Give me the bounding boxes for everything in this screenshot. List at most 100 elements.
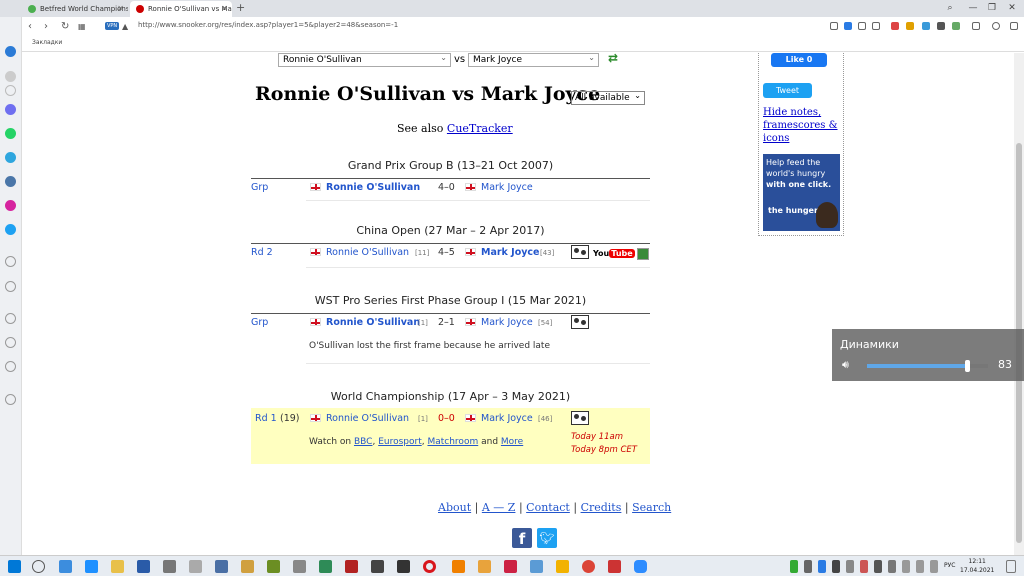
scrollbar[interactable] xyxy=(1014,53,1024,555)
reload-icon[interactable]: ↻ xyxy=(61,19,69,34)
send-icon[interactable] xyxy=(5,281,16,292)
windows-start-icon[interactable] xyxy=(8,560,21,573)
player2-link[interactable]: Mark Joyce xyxy=(481,182,533,193)
shield-icon[interactable] xyxy=(844,22,852,30)
taskbar-app-icon[interactable] xyxy=(345,560,358,573)
download-icon[interactable] xyxy=(637,248,649,260)
player2-link[interactable]: Mark Joyce xyxy=(481,413,533,424)
taskbar-app-icon[interactable] xyxy=(608,560,621,573)
extension-icon[interactable] xyxy=(952,22,960,30)
player2-link[interactable]: Mark Joyce xyxy=(481,317,533,328)
player1-link[interactable]: Ronnie O'Sullivan xyxy=(326,182,420,193)
tray-icon[interactable] xyxy=(818,560,826,573)
tabs-grid-icon[interactable]: ▦ xyxy=(78,19,86,34)
player2-link[interactable]: Mark Joyce xyxy=(481,247,540,258)
back-icon[interactable]: ‹ xyxy=(28,19,32,34)
credits-link[interactable]: Credits xyxy=(581,501,622,514)
taskbar-app-icon[interactable] xyxy=(189,560,202,573)
close-window-button[interactable]: ✕ xyxy=(1002,0,1022,16)
hide-notes-link[interactable]: Hide notes, framescores & icons xyxy=(763,106,841,145)
taskbar-app-icon[interactable] xyxy=(241,560,254,573)
twitter-icon[interactable] xyxy=(5,224,16,235)
search-tabs-icon[interactable]: ⌕ xyxy=(940,0,960,16)
file-explorer-icon[interactable] xyxy=(111,560,124,573)
tray-icon[interactable] xyxy=(874,560,882,573)
taskbar-app-icon[interactable] xyxy=(556,560,569,573)
volume-knob[interactable] xyxy=(965,360,971,372)
more-link[interactable]: More xyxy=(501,437,523,447)
minimize-button[interactable]: — xyxy=(963,0,983,16)
tab-betfred[interactable]: Betfred World Championsh ✕ xyxy=(22,1,128,17)
search-link[interactable]: Search xyxy=(632,501,671,514)
home-icon[interactable] xyxy=(5,46,16,57)
extension-icon[interactable] xyxy=(906,22,914,30)
swap-players-icon[interactable]: ⇄ xyxy=(608,53,618,65)
facebook-icon[interactable]: f xyxy=(512,528,532,548)
taskbar-app-icon[interactable] xyxy=(163,560,176,573)
edge-icon[interactable] xyxy=(85,560,98,573)
taskbar-app-icon[interactable] xyxy=(530,560,543,573)
speaker-icon[interactable]: 🔊︎ xyxy=(842,358,849,372)
instagram-icon[interactable] xyxy=(5,200,16,211)
chrome-icon[interactable] xyxy=(582,560,595,573)
send-icon[interactable] xyxy=(858,22,866,30)
taskbar-app-icon[interactable] xyxy=(397,560,410,573)
player-icon[interactable] xyxy=(5,256,16,267)
tray-icon[interactable] xyxy=(846,560,854,573)
tab-ronnie-vs-mark[interactable]: Ronnie O'Sullivan vs Mark ✕ xyxy=(130,1,232,17)
extension-icon[interactable] xyxy=(922,22,930,30)
camera-icon[interactable] xyxy=(830,22,838,30)
taskbar-app-icon[interactable] xyxy=(504,560,517,573)
cuetracker-link[interactable]: CueTracker xyxy=(447,122,513,135)
forward-icon[interactable]: › xyxy=(44,19,48,34)
tray-icon[interactable] xyxy=(790,560,798,573)
notifications-icon[interactable] xyxy=(1006,560,1016,573)
search-icon[interactable] xyxy=(32,560,45,573)
player2-select[interactable]: Mark Joyce xyxy=(468,53,599,67)
settings-icon[interactable] xyxy=(5,361,16,372)
tips-icon[interactable] xyxy=(5,394,16,405)
clock[interactable]: 12:11 17.04.2021 xyxy=(960,557,994,575)
youtube-link[interactable]: You Tube xyxy=(593,247,635,261)
player1-link[interactable]: Ronnie O'Sullivan xyxy=(326,317,420,328)
battery-icon[interactable] xyxy=(930,560,938,573)
close-tab-icon[interactable]: ✕ xyxy=(117,1,124,17)
tweet-button[interactable]: Tweet xyxy=(763,83,812,98)
warning-icon[interactable]: ▲ xyxy=(122,19,128,34)
player1-link[interactable]: Ronnie O'Sullivan xyxy=(326,413,409,424)
taskbar-app-icon[interactable] xyxy=(215,560,228,573)
url-field[interactable]: http://www.snooker.org/res/index.asp?pla… xyxy=(138,21,398,29)
eurosport-link[interactable]: Eurosport xyxy=(378,437,422,447)
twitter-icon[interactable]: 🐦︎ xyxy=(537,528,557,548)
head-to-head-icon[interactable] xyxy=(571,315,589,329)
taskbar-app-icon[interactable] xyxy=(319,560,332,573)
vlc-icon[interactable] xyxy=(452,560,465,573)
taskbar-app-icon[interactable] xyxy=(267,560,280,573)
taskbar-app-icon[interactable] xyxy=(371,560,384,573)
tray-icon[interactable] xyxy=(804,560,812,573)
head-to-head-icon[interactable] xyxy=(571,245,589,259)
tray-icon[interactable] xyxy=(832,560,840,573)
about-link[interactable]: About xyxy=(438,501,471,514)
tray-icon[interactable] xyxy=(860,560,868,573)
language-indicator[interactable]: РУС xyxy=(944,562,955,569)
telegram-icon[interactable] xyxy=(5,152,16,163)
account-icon[interactable] xyxy=(992,22,1000,30)
bbc-link[interactable]: BBC xyxy=(354,437,372,447)
facebook-like-button[interactable]: Like 0 xyxy=(771,53,827,67)
maximize-button[interactable]: ❐ xyxy=(982,0,1002,16)
season-select[interactable]: All available xyxy=(571,90,645,105)
volume-slider[interactable] xyxy=(867,360,988,372)
taskbar-app-icon[interactable] xyxy=(59,560,72,573)
extension-icon[interactable] xyxy=(937,22,945,30)
speed-dial-icon[interactable] xyxy=(5,71,16,82)
heart-icon[interactable] xyxy=(872,22,880,30)
matchroom-link[interactable]: Matchroom xyxy=(427,437,478,447)
history-icon[interactable] xyxy=(5,337,16,348)
volume-tray-icon[interactable] xyxy=(916,560,924,573)
a-z-link[interactable]: A — Z xyxy=(482,501,516,514)
taskbar-app-icon[interactable] xyxy=(137,560,150,573)
adblock-icon[interactable] xyxy=(891,22,899,30)
vk-icon[interactable] xyxy=(5,176,16,187)
whatsapp-icon[interactable] xyxy=(5,128,16,139)
